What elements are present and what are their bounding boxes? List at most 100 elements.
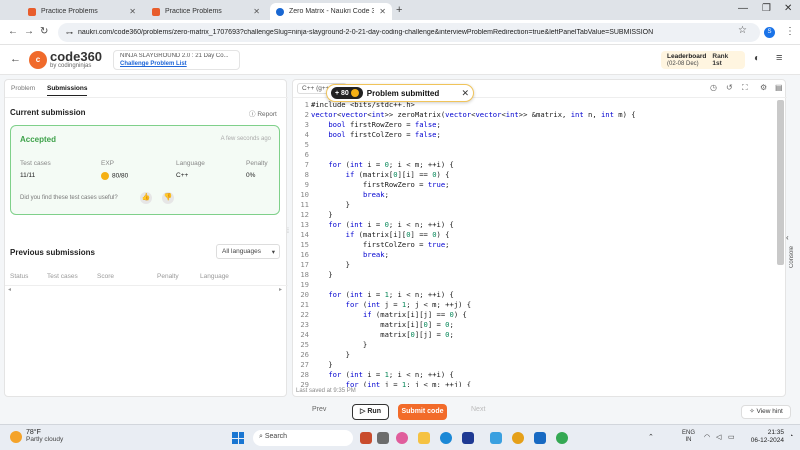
code-line[interactable]: 23 matrix[i][0] = 0; bbox=[293, 320, 777, 330]
run-button[interactable]: ▷ Run bbox=[352, 404, 389, 420]
code-line[interactable]: 13 for (int i = 0; i < n; ++i) { bbox=[293, 220, 777, 230]
scroll-left-icon[interactable]: ◂ bbox=[8, 286, 11, 293]
app-icon-2[interactable] bbox=[490, 432, 502, 444]
tab-problem[interactable]: Problem bbox=[11, 85, 35, 92]
code-line[interactable]: 6 bbox=[293, 150, 777, 160]
tray-chevron-up-icon[interactable]: ⌃ bbox=[648, 433, 654, 441]
code-line[interactable]: 10 break; bbox=[293, 190, 777, 200]
code-line[interactable]: 25 } bbox=[293, 340, 777, 350]
report-button[interactable]: ⓘ Report bbox=[249, 108, 277, 118]
code-line[interactable]: 18 } bbox=[293, 270, 777, 280]
notification-bell-icon[interactable]: ◔ bbox=[789, 433, 793, 440]
theme-toggle-icon[interactable]: ◐ bbox=[754, 53, 760, 64]
scroll-right-icon[interactable]: ▸ bbox=[279, 286, 282, 293]
fullscreen-icon[interactable]: ⛶ bbox=[742, 83, 748, 93]
task-view-icon[interactable] bbox=[377, 432, 389, 444]
challenge-problem-list-link[interactable]: Challenge Problem List bbox=[120, 61, 233, 67]
close-icon[interactable]: ✕ bbox=[253, 7, 260, 16]
tab-submissions[interactable]: Submissions bbox=[47, 85, 88, 96]
thumbs-down-icon[interactable]: 👎 bbox=[162, 192, 174, 204]
code-line[interactable]: 17 } bbox=[293, 260, 777, 270]
code-line[interactable]: 15 firstColZero = true; bbox=[293, 240, 777, 250]
browser-tab-1[interactable]: Practice Problems ✕ bbox=[22, 3, 142, 20]
thumbs-up-icon[interactable]: 👍 bbox=[140, 192, 152, 204]
code-line[interactable]: 19 bbox=[293, 280, 777, 290]
stat-label-language: Language bbox=[176, 160, 205, 167]
code-line[interactable]: 8 if (matrix[0][i] == 0) { bbox=[293, 170, 777, 180]
close-icon[interactable]: ✕ bbox=[379, 7, 386, 16]
copilot-icon[interactable] bbox=[396, 432, 408, 444]
chrome-icon[interactable] bbox=[556, 432, 568, 444]
rank-label: Rank 1st bbox=[712, 53, 729, 67]
code-line[interactable]: 20 for (int i = 1; i < n; ++i) { bbox=[293, 290, 777, 300]
settings-gear-icon[interactable]: ⚙ bbox=[760, 83, 767, 92]
windows-start-icon[interactable] bbox=[232, 432, 244, 444]
code-line[interactable]: 7 for (int i = 0; i < m; ++i) { bbox=[293, 160, 777, 170]
code-area[interactable]: 1 #include <bits/stdc++.h> 2 vector<vector<… bbox=[293, 100, 777, 387]
code-line[interactable]: 2 vector<vector<int>> zeroMatrix(vector<v… bbox=[293, 110, 777, 120]
profile-avatar[interactable]: S bbox=[764, 27, 775, 38]
toast-close-icon[interactable]: ✕ bbox=[461, 88, 469, 99]
outlook-icon[interactable] bbox=[534, 432, 546, 444]
code-line[interactable]: 27 } bbox=[293, 360, 777, 370]
code-line[interactable]: 12 } bbox=[293, 210, 777, 220]
bookmark-star-icon[interactable]: ☆ bbox=[738, 25, 747, 36]
code-line[interactable]: 29 for (int j = 1; j < m; ++j) { bbox=[293, 380, 777, 387]
back-icon[interactable]: ← bbox=[8, 26, 18, 37]
prev-button[interactable]: Prev bbox=[312, 406, 326, 413]
new-tab-icon[interactable]: + bbox=[396, 4, 402, 16]
code-line[interactable]: 22 if (matrix[i][j] == 0) { bbox=[293, 310, 777, 320]
code-line[interactable]: 26 } bbox=[293, 350, 777, 360]
layout-icon[interactable]: ▤ bbox=[775, 83, 783, 92]
submit-code-button[interactable]: Submit code bbox=[398, 404, 447, 420]
code360-logo-icon[interactable]: c bbox=[29, 51, 47, 69]
code-line[interactable]: 11 } bbox=[293, 200, 777, 210]
battery-icon[interactable]: ▭ bbox=[728, 433, 735, 441]
edge-icon[interactable] bbox=[440, 432, 452, 444]
taskbar-search[interactable]: ⌕ Search bbox=[253, 430, 353, 446]
file-explorer-icon[interactable] bbox=[418, 432, 430, 444]
code-line[interactable]: 21 for (int j = 1; j < m; ++j) { bbox=[293, 300, 777, 310]
language-filter-select[interactable]: All languages ▾ bbox=[216, 244, 280, 259]
url-text: naukri.com/code360/problems/zero-matrix_… bbox=[78, 29, 654, 36]
next-button[interactable]: Next bbox=[471, 406, 485, 413]
code-line[interactable]: 14 if (matrix[i][0] == 0) { bbox=[293, 230, 777, 240]
minimize-icon[interactable]: — bbox=[738, 3, 748, 14]
close-icon[interactable]: ✕ bbox=[129, 7, 136, 16]
leaderboard-badge[interactable]: Leaderboard (02-08 Dec) Rank 1st bbox=[661, 51, 745, 69]
code-line[interactable]: 4 bool firstColZero = false; bbox=[293, 130, 777, 140]
window-close-icon[interactable]: ✕ bbox=[784, 3, 792, 14]
weather-widget[interactable]: 78°F Partly cloudy bbox=[10, 429, 63, 443]
code-line[interactable]: 5 bbox=[293, 140, 777, 150]
back-arrow-icon[interactable]: ← bbox=[10, 53, 21, 65]
input-language[interactable]: ENG IN bbox=[682, 430, 695, 444]
console-tab[interactable]: Console bbox=[789, 246, 800, 268]
code-line[interactable]: 9 firstRowZero = true; bbox=[293, 180, 777, 190]
reset-code-icon[interactable]: ↺ bbox=[726, 83, 733, 92]
line-number: 7 bbox=[304, 160, 309, 169]
hamburger-menu-icon[interactable]: ≡ bbox=[776, 52, 782, 64]
browser-menu-icon[interactable]: ⋮ bbox=[785, 26, 795, 37]
reload-icon[interactable]: ↻ bbox=[40, 26, 48, 37]
editor-scrollbar[interactable] bbox=[777, 100, 784, 265]
code-line[interactable]: 24 matrix[0][j] = 0; bbox=[293, 330, 777, 340]
app-icon-3[interactable] bbox=[512, 432, 524, 444]
taskbar-clock[interactable]: 21:35 06-12-2024 bbox=[744, 429, 784, 445]
code-line[interactable]: 3 bool firstRowZero = false; bbox=[293, 120, 777, 130]
store-icon[interactable] bbox=[462, 432, 474, 444]
site-info-icon[interactable]: ⊶ bbox=[66, 29, 73, 37]
panel-resize-handle[interactable]: ⁞ bbox=[287, 228, 289, 235]
maximize-icon[interactable]: ❐ bbox=[762, 3, 771, 14]
browser-tab-3[interactable]: Zero Matrix - Naukri Code 360 ✕ bbox=[270, 3, 392, 20]
view-hint-button[interactable]: ✧ View hint bbox=[741, 405, 791, 419]
code-line[interactable]: 16 break; bbox=[293, 250, 777, 260]
browser-tab-2[interactable]: Practice Problems ✕ bbox=[146, 3, 266, 20]
wifi-icon[interactable]: ◠ bbox=[704, 433, 710, 441]
code-line[interactable]: 28 for (int i = 1; i < n; ++i) { bbox=[293, 370, 777, 380]
app-icon-1[interactable] bbox=[360, 432, 372, 444]
url-bar[interactable]: ⊶ naukri.com/code360/problems/zero-matri… bbox=[58, 23, 760, 42]
volume-icon[interactable]: ◁ bbox=[716, 433, 721, 441]
chevron-left-icon[interactable]: ‹ bbox=[786, 233, 789, 242]
timer-icon[interactable]: ◷ bbox=[710, 83, 717, 92]
forward-icon[interactable]: → bbox=[24, 26, 34, 37]
